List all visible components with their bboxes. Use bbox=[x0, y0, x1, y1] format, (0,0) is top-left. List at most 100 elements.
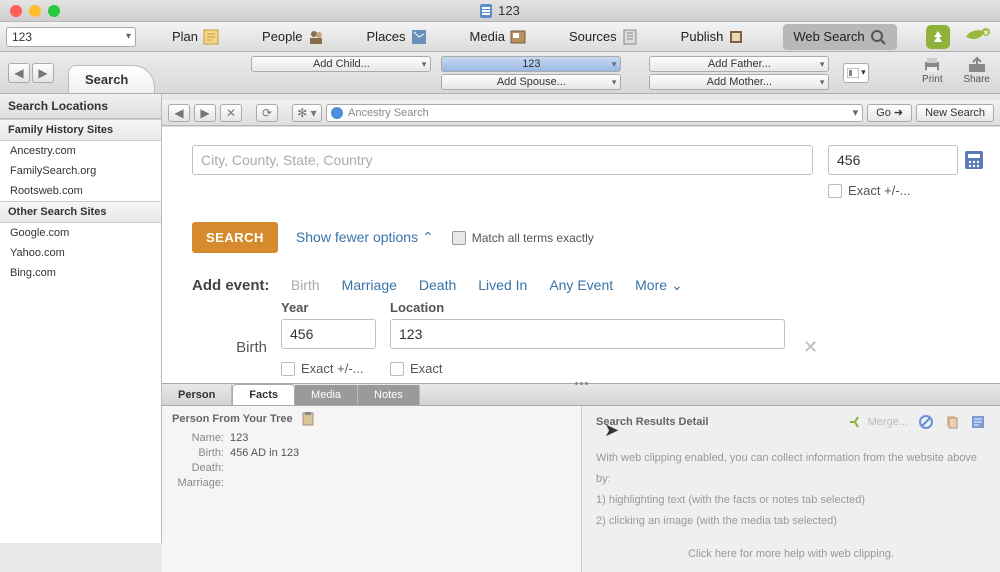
add-spouse-dropdown[interactable]: Add Spouse... bbox=[441, 74, 621, 90]
birth-location-input[interactable] bbox=[390, 319, 785, 349]
match-all-label: Match all terms exactly bbox=[472, 231, 594, 245]
calculator-icon[interactable] bbox=[964, 150, 984, 170]
browser-forward-button[interactable]: ▶ bbox=[194, 104, 216, 122]
nav-forward-button[interactable]: ▶ bbox=[32, 63, 54, 83]
bottom-tabs: Person Facts Media Notes bbox=[162, 384, 1000, 406]
show-fewer-options-link[interactable]: Show fewer options ⌃ bbox=[296, 229, 434, 246]
print-button[interactable]: Print bbox=[921, 56, 943, 85]
location-input[interactable] bbox=[192, 145, 813, 175]
event-any-link[interactable]: Any Event bbox=[549, 277, 613, 294]
toolbar-media[interactable]: Media bbox=[466, 26, 531, 48]
event-marriage-link[interactable]: Marriage bbox=[342, 277, 397, 294]
search-results-detail-panel: Search Results Detail Merge... ➤ With we… bbox=[582, 406, 1000, 572]
tab-media[interactable]: Media bbox=[295, 385, 358, 405]
year-input[interactable] bbox=[828, 145, 958, 175]
match-all-checkbox[interactable] bbox=[452, 231, 466, 245]
help-link[interactable]: Click here for more help with web clippi… bbox=[596, 544, 986, 565]
birth-loc-exact-checkbox[interactable] bbox=[390, 362, 404, 376]
add-mother-dropdown[interactable]: Add Mother... bbox=[649, 74, 829, 90]
srd-title: Search Results Detail bbox=[596, 416, 838, 428]
event-lived-in-link[interactable]: Lived In bbox=[478, 277, 527, 294]
tab-notes[interactable]: Notes bbox=[358, 385, 420, 405]
pft-title: Person From Your Tree bbox=[172, 413, 293, 425]
media-icon bbox=[509, 28, 527, 46]
sidebar-item-ancestry[interactable]: Ancestry.com bbox=[0, 141, 161, 161]
toolbar-media-label: Media bbox=[470, 29, 505, 44]
address-bar[interactable]: Ancestry Search bbox=[326, 104, 863, 122]
browser-reload-button[interactable]: ⟳ bbox=[256, 104, 278, 122]
grip-icon[interactable] bbox=[569, 382, 593, 388]
event-birth: Birth bbox=[291, 277, 320, 294]
people-icon bbox=[307, 28, 325, 46]
event-more-link[interactable]: More ⌄ bbox=[635, 277, 683, 294]
content: ◀ ▶ ✕ ⟳ ✻ ▾ Ancestry Search Go➜ New Sear… bbox=[162, 94, 1000, 543]
nav-back-button[interactable]: ◀ bbox=[8, 63, 30, 83]
sidebar-item-google[interactable]: Google.com bbox=[0, 223, 161, 243]
note-icon[interactable] bbox=[970, 414, 986, 430]
add-child-dropdown[interactable]: Add Child... bbox=[251, 56, 431, 72]
svg-text:✻: ✻ bbox=[983, 29, 989, 37]
toolbar-people[interactable]: People bbox=[258, 26, 328, 48]
primary-person-dropdown[interactable]: 123 bbox=[441, 56, 621, 72]
sidebar-item-rootsweb[interactable]: Rootsweb.com bbox=[0, 181, 161, 201]
help-text-3: 2) clicking an image (with the media tab… bbox=[596, 511, 986, 532]
tab-person[interactable]: Person bbox=[162, 385, 232, 405]
web-page: Exact +/-... SEARCH Show fewer options ⌃… bbox=[162, 126, 1000, 383]
print-icon bbox=[921, 56, 943, 74]
leaf-sync-icon[interactable]: ✻ bbox=[960, 25, 994, 49]
add-father-dropdown[interactable]: Add Father... bbox=[649, 56, 829, 72]
block-icon[interactable] bbox=[918, 414, 934, 430]
sidebar-header: Search Locations bbox=[0, 94, 161, 119]
toolbar-publish[interactable]: Publish bbox=[677, 26, 750, 48]
toolbar-publish-label: Publish bbox=[681, 29, 724, 44]
clipboard-icon[interactable] bbox=[301, 412, 315, 426]
toolbar-sources-label: Sources bbox=[569, 29, 617, 44]
person-selector[interactable]: 123 bbox=[6, 27, 136, 47]
tab-facts[interactable]: Facts bbox=[232, 384, 295, 405]
remove-birth-icon[interactable]: ✕ bbox=[803, 337, 818, 358]
go-label: Go bbox=[876, 107, 891, 119]
fact-marriage-key: Marriage: bbox=[172, 477, 224, 489]
browser-back-button[interactable]: ◀ bbox=[168, 104, 190, 122]
nav-buttons: ◀ ▶ bbox=[8, 63, 54, 83]
toolbar-sources[interactable]: Sources bbox=[565, 26, 643, 48]
browser-bar: ◀ ▶ ✕ ⟳ ✻ ▾ Ancestry Search Go➜ New Sear… bbox=[162, 100, 1000, 126]
tree-badge-icon[interactable] bbox=[926, 25, 950, 49]
birth-row-label: Birth bbox=[192, 339, 267, 356]
search-button[interactable]: SEARCH bbox=[192, 222, 278, 253]
birth-year-exact-checkbox[interactable] bbox=[281, 362, 295, 376]
event-death-link[interactable]: Death bbox=[419, 277, 456, 294]
window-title: 123 bbox=[0, 3, 1000, 18]
new-search-button[interactable]: New Search bbox=[916, 104, 994, 122]
share-button[interactable]: Share bbox=[963, 56, 990, 85]
sidebar-item-familysearch[interactable]: FamilySearch.org bbox=[0, 161, 161, 181]
go-button[interactable]: Go➜ bbox=[867, 104, 912, 122]
sidebar-item-bing[interactable]: Bing.com bbox=[0, 263, 161, 283]
toolbar-plan[interactable]: Plan bbox=[168, 26, 224, 48]
browser-stop-button[interactable]: ✕ bbox=[220, 104, 242, 122]
toolbar-places[interactable]: Places bbox=[363, 26, 432, 48]
chevron-down-icon: ⌄ bbox=[671, 277, 683, 293]
exact-year-label: Exact +/-... bbox=[848, 183, 911, 198]
birth-year-exact-label: Exact +/-... bbox=[301, 361, 364, 376]
publish-icon bbox=[727, 28, 745, 46]
fact-birth-key: Birth: bbox=[172, 447, 224, 459]
family-selectors-center: Add Child... 123 Add Spouse... bbox=[251, 56, 621, 90]
search-icon bbox=[869, 28, 887, 46]
view-toggle[interactable] bbox=[843, 63, 869, 83]
copy-icon[interactable] bbox=[944, 414, 960, 430]
toolbar-web-search[interactable]: Web Search bbox=[783, 24, 896, 50]
browser-settings-button[interactable]: ✻ ▾ bbox=[292, 104, 322, 122]
share-label: Share bbox=[963, 74, 990, 85]
fact-name-key: Name: bbox=[172, 432, 224, 444]
sidebar-section-other: Other Search Sites bbox=[0, 201, 161, 223]
document-icon bbox=[480, 4, 492, 18]
exact-year-checkbox-row: Exact +/-... bbox=[828, 183, 984, 198]
birth-year-input[interactable] bbox=[281, 319, 376, 349]
exact-year-checkbox[interactable] bbox=[828, 184, 842, 198]
fact-birth-value: 456 AD in 123 bbox=[230, 447, 299, 459]
toolbar-people-label: People bbox=[262, 29, 302, 44]
search-tab[interactable]: Search bbox=[68, 65, 155, 93]
sidebar-item-yahoo[interactable]: Yahoo.com bbox=[0, 243, 161, 263]
toolbar-places-label: Places bbox=[367, 29, 406, 44]
